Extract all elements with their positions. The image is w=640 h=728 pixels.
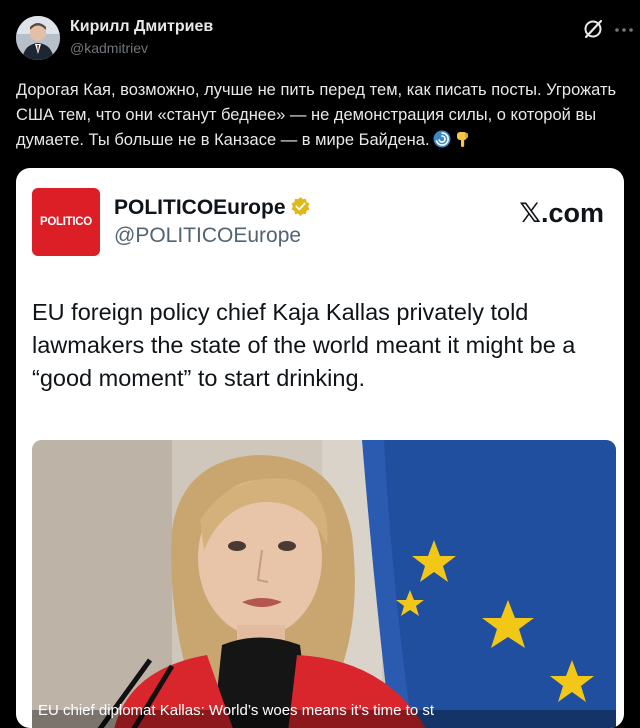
grok-icon[interactable] — [582, 18, 604, 40]
more-icon[interactable] — [614, 20, 634, 40]
avatar[interactable] — [16, 16, 60, 60]
post-body: Дорогая Кая, возможно, лучше не пить пер… — [16, 81, 617, 149]
author-name[interactable]: Кирилл Дмитриев — [70, 18, 213, 36]
cyclone-emoji — [433, 130, 451, 148]
quoted-name-text: POLITICOEurope — [114, 196, 286, 219]
quoted-card[interactable]: POLITICO POLITICOEurope @POLITICOEurope … — [16, 168, 624, 728]
verified-badge-icon — [291, 196, 309, 217]
photo-scene — [32, 440, 616, 728]
politico-logo-text: POLITICO — [40, 216, 92, 228]
article-photo[interactable]: EU chief diplomat Kallas: World’s woes m… — [32, 440, 616, 728]
quoted-account-handle[interactable]: @POLITICOEurope — [114, 224, 301, 248]
quoted-text: EU foreign policy chief Kaja Kallas priv… — [32, 299, 576, 391]
post: Кирилл Дмитриев @kadmitriev Дорогая Кая,… — [0, 0, 640, 728]
source-label: 𝕏.com — [519, 198, 604, 228]
pointing-down-emoji — [456, 132, 468, 147]
author-handle[interactable]: @kadmitriev — [70, 40, 148, 56]
post-text: Дорогая Кая, возможно, лучше не пить пер… — [16, 78, 632, 153]
quoted-account-name[interactable]: POLITICOEurope — [114, 196, 311, 220]
politico-logo[interactable]: POLITICO — [32, 188, 100, 256]
image-caption: EU chief diplomat Kallas: World’s woes m… — [38, 702, 434, 719]
